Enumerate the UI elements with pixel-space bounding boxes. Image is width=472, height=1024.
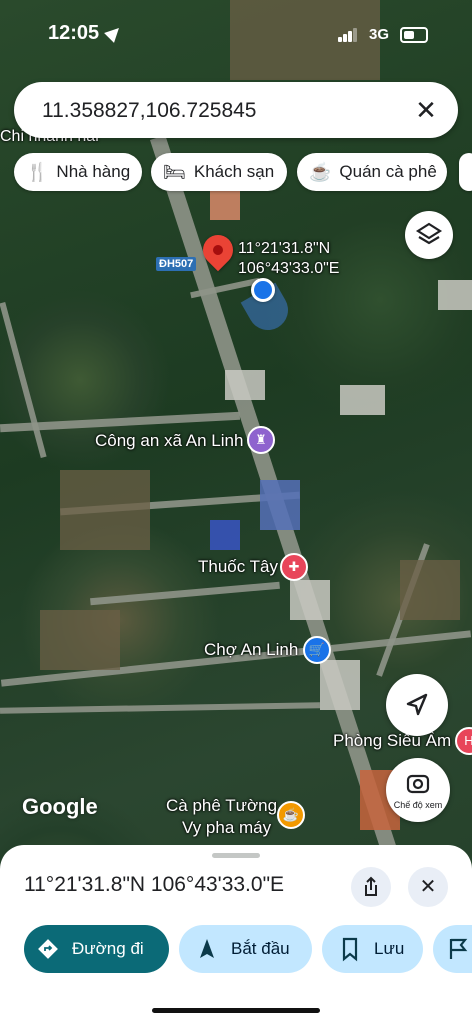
more-actions-button[interactable] [433,925,472,973]
pin-coords-line1: 11°21'31.8"N [238,240,331,257]
pin-coords-line2: 106°43'33.0"E [238,260,340,277]
shopping-cart-icon[interactable]: 🛒 [303,636,331,664]
drag-handle[interactable] [212,853,260,858]
hospital-icon[interactable]: H [455,727,472,755]
building-cluster [290,580,330,620]
farm-field [60,470,150,550]
start-label: Bắt đầu [231,939,290,958]
bottom-sheet[interactable]: 11°21'31.8"N 106°43'33.0"E ✕ Đường đi Bắ… [0,845,472,1024]
pharmacy-icon[interactable]: ✚ [280,553,308,581]
place-label-cafe[interactable]: Cà phê Tường [166,796,277,816]
close-sheet-button[interactable]: ✕ [408,867,448,907]
place-label-pharmacy[interactable]: Thuốc Tây [198,557,278,577]
navigation-arrow-icon [406,693,428,716]
street-view-button[interactable]: Chế độ xem [386,758,450,822]
my-location-button[interactable] [386,674,448,736]
place-label-market[interactable]: Chợ An Linh [204,640,298,660]
close-icon: ✕ [419,876,437,898]
restaurant-icon: 🍴 [26,161,49,182]
cafe-icon[interactable]: ☕ [277,801,305,829]
police-icon[interactable]: ♜ [247,426,275,454]
side-road [0,702,321,714]
share-button[interactable] [351,867,391,907]
directions-icon [38,939,58,959]
place-label-cafe-2[interactable]: Vy pha máy [182,818,271,838]
layers-button[interactable] [405,211,453,259]
chip-label: Nhà hàng [56,162,131,181]
cafe-icon: ☕ [309,161,332,182]
location-arrow-icon [104,23,124,43]
camera-icon [406,774,430,794]
place-label-police[interactable]: Công an xã An Linh [95,431,243,451]
building-cluster [320,660,360,710]
sheet-coords: 11°21'31.8"N 106°43'33.0"E [24,873,285,896]
building-cluster [438,280,472,310]
flag-icon [449,938,468,959]
side-road [90,581,280,606]
building-cluster [260,480,300,530]
street-view-label: Chế độ xem [393,800,443,810]
bookmark-icon [342,937,358,962]
navigation-icon [200,939,214,958]
chip-restaurants[interactable]: 🍴 Nhà hàng [14,153,142,191]
hotel-icon: 🛏 [163,161,186,182]
start-button[interactable]: Bắt đầu [179,925,312,973]
share-icon [365,876,377,896]
building-cluster [340,385,385,415]
status-bar: 12:05 3G [0,0,472,70]
signal-icon [338,28,358,42]
save-button[interactable]: Lưu [322,925,423,973]
google-attribution: Google [22,794,98,819]
farm-field [40,610,120,670]
layers-icon [415,222,443,245]
battery-icon [400,27,428,43]
building-cluster [225,370,265,400]
close-icon[interactable]: ✕ [412,96,440,124]
chip-cafes[interactable]: ☕ Quán cà phê [297,153,447,191]
chip-more[interactable] [459,153,472,191]
road-shield: ĐH507 [156,257,197,271]
search-input[interactable] [40,94,404,128]
farm-field [400,560,460,620]
building-cluster [210,190,240,220]
my-location-dot [251,278,275,302]
directions-button[interactable]: Đường đi [24,925,169,973]
chip-label: Khách sạn [193,162,275,181]
save-label: Lưu [374,939,405,958]
side-road [0,301,47,459]
home-indicator[interactable] [152,1008,320,1013]
building-cluster [210,520,240,550]
chip-label: Quán cà phê [339,162,437,181]
status-time: 12:05 [48,22,100,44]
network-type: 3G [369,26,390,43]
directions-label: Đường đi [72,939,144,958]
chip-hotels[interactable]: 🛏 Khách sạn [151,153,287,191]
search-bar[interactable]: ✕ [14,82,458,138]
